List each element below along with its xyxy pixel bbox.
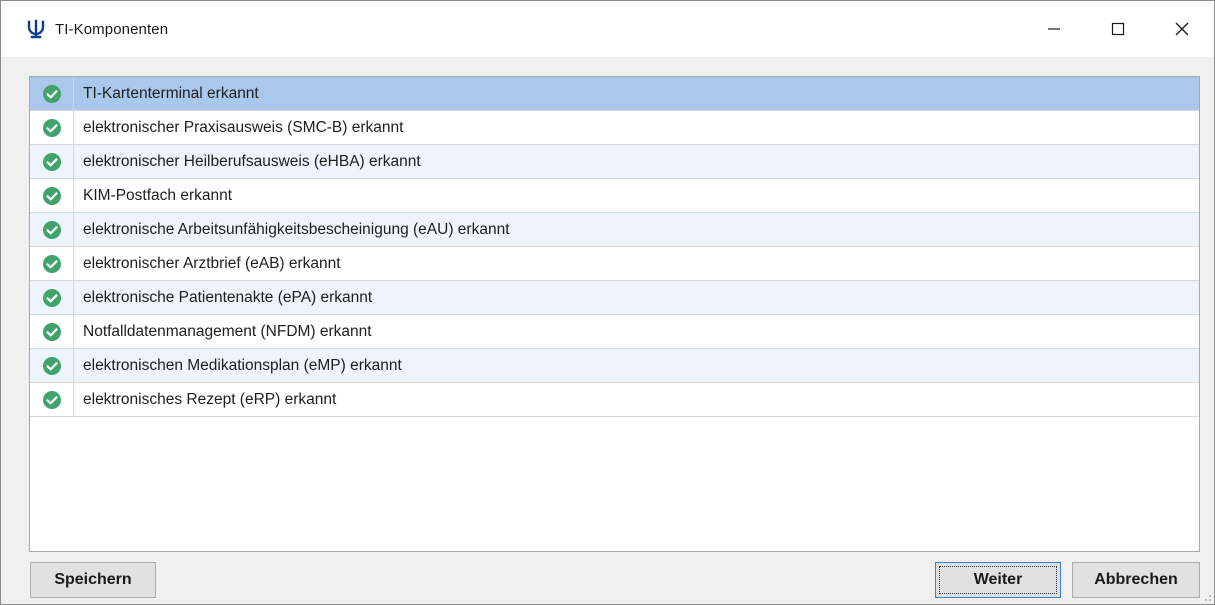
resize-grip-icon[interactable] — [1202, 592, 1212, 602]
list-item-label: elektronischer Heilberufsausweis (eHBA) … — [83, 152, 421, 170]
check-circle-icon — [42, 254, 61, 273]
status-icon-cell — [30, 77, 74, 110]
list-item[interactable]: TI-Kartenterminal erkannt — [30, 77, 1199, 111]
save-button[interactable]: Speichern — [30, 562, 156, 598]
maximize-button[interactable] — [1086, 1, 1150, 57]
maximize-icon — [1111, 22, 1125, 36]
ti-komponenten-window: TI-Komponenten TI-Kartenterminal erkannt… — [0, 0, 1215, 605]
status-icon-cell — [30, 281, 74, 314]
status-icon-cell — [30, 315, 74, 348]
list-item[interactable]: elektronische Arbeitsunfähigkeitsbeschei… — [30, 213, 1199, 247]
check-circle-icon — [42, 84, 61, 103]
cancel-button[interactable]: Abbrechen — [1072, 562, 1200, 598]
status-icon-cell — [30, 179, 74, 212]
status-list[interactable]: TI-Kartenterminal erkannt elektronischer … — [29, 76, 1200, 552]
check-circle-icon — [42, 220, 61, 239]
window-title: TI-Komponenten — [55, 20, 169, 38]
list-item[interactable]: elektronischer Heilberufsausweis (eHBA) … — [30, 145, 1199, 179]
minimize-icon — [1048, 28, 1060, 30]
check-circle-icon — [42, 288, 61, 307]
list-item-label: TI-Kartenterminal erkannt — [83, 84, 259, 102]
next-button[interactable]: Weiter — [935, 562, 1061, 598]
list-item-label: KIM-Postfach erkannt — [83, 186, 233, 204]
close-icon — [1175, 22, 1189, 36]
status-icon-cell — [30, 145, 74, 178]
status-icon-cell — [30, 383, 74, 416]
close-button[interactable] — [1150, 1, 1214, 57]
list-item-label: elektronische Patientenakte (ePA) erkann… — [83, 288, 373, 306]
list-item-label: Notfalldatenmanagement (NFDM) erkannt — [83, 322, 372, 340]
check-circle-icon — [42, 322, 61, 341]
title-bar[interactable]: TI-Komponenten — [1, 1, 1214, 57]
list-item[interactable]: elektronischer Praxisausweis (SMC-B) erk… — [30, 111, 1199, 145]
list-item[interactable]: elektronische Patientenakte (ePA) erkann… — [30, 281, 1199, 315]
list-item-label: elektronischer Arztbrief (eAB) erkannt — [83, 254, 341, 272]
focus-ring — [939, 566, 1057, 594]
list-item[interactable]: Notfalldatenmanagement (NFDM) erkannt — [30, 315, 1199, 349]
list-item-label: elektronische Arbeitsunfähigkeitsbeschei… — [83, 220, 510, 238]
list-item-label: elektronisches Rezept (eRP) erkannt — [83, 390, 337, 408]
status-icon-cell — [30, 349, 74, 382]
list-item-label: elektronischen Medikationsplan (eMP) erk… — [83, 356, 402, 374]
check-circle-icon — [42, 356, 61, 375]
status-icon-cell — [30, 213, 74, 246]
psi-icon — [25, 18, 47, 40]
list-item[interactable]: KIM-Postfach erkannt — [30, 179, 1199, 213]
list-item[interactable]: elektronischer Arztbrief (eAB) erkannt — [30, 247, 1199, 281]
minimize-button[interactable] — [1022, 1, 1086, 57]
check-circle-icon — [42, 118, 61, 137]
list-item[interactable]: elektronisches Rezept (eRP) erkannt — [30, 383, 1199, 417]
check-circle-icon — [42, 186, 61, 205]
check-circle-icon — [42, 152, 61, 171]
status-icon-cell — [30, 247, 74, 280]
list-item-label: elektronischer Praxisausweis (SMC-B) erk… — [83, 118, 404, 136]
check-circle-icon — [42, 390, 61, 409]
status-icon-cell — [30, 111, 74, 144]
list-item[interactable]: elektronischen Medikationsplan (eMP) erk… — [30, 349, 1199, 383]
